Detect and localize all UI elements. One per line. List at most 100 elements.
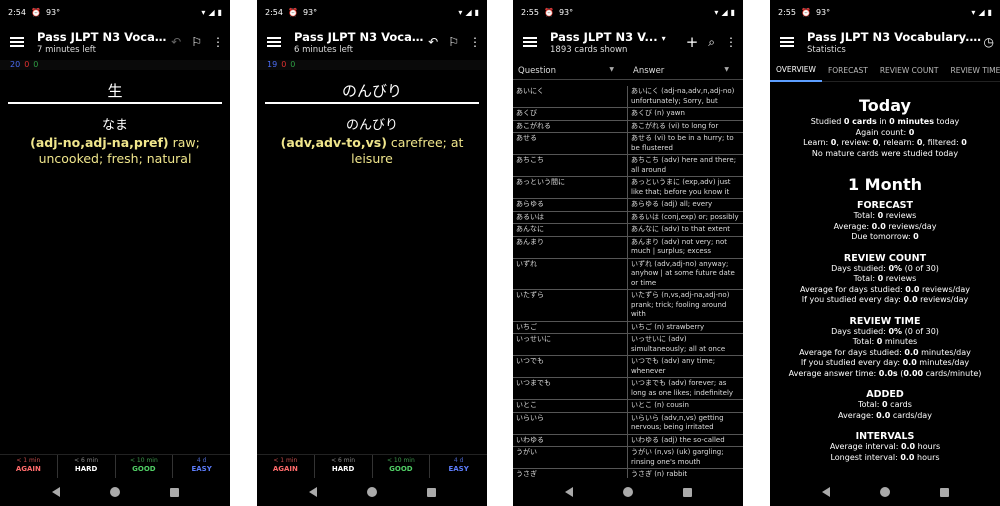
easy-button[interactable]: 4 d EASY	[430, 455, 487, 478]
table-row[interactable]: あっという間に あっというまに (exp,adv) just like that;…	[513, 177, 743, 199]
cards-shown: 1893 cards shown	[550, 44, 628, 55]
deck-title: Pass JLPT N3 Vocabulary... ▾	[807, 30, 984, 44]
recents-icon[interactable]	[682, 487, 692, 497]
alarm-icon: ⏰	[543, 7, 554, 17]
menu-icon[interactable]	[10, 37, 24, 47]
table-row[interactable]: あいにく あいにく (adj-na,adv,n,adj-no) unfortuna…	[513, 86, 743, 108]
recents-icon[interactable]	[939, 487, 949, 497]
divider	[8, 102, 222, 104]
table-row[interactable]: うがい うがい (n,vs) (uk) gargling; rinsing one…	[513, 447, 743, 469]
question-cell: あんなに	[513, 224, 628, 236]
home-icon[interactable]	[366, 487, 377, 497]
tab-review-time[interactable]: REVIEW TIME	[945, 60, 1000, 82]
menu-icon[interactable]	[780, 37, 794, 47]
question-column-selector[interactable]: Question ▼	[513, 66, 628, 76]
rt-average: Average for days studied: 0.0 minutes/da…	[799, 347, 971, 357]
answer-cell: いわゆる (adj) the so-called	[631, 435, 725, 444]
home-icon[interactable]	[622, 487, 633, 497]
good-button[interactable]: < 10 min GOOD	[116, 455, 174, 478]
table-row[interactable]: いずれ いずれ (adv,adj-no) anyway; anyhow | at …	[513, 258, 743, 290]
question-cell: あんまり	[513, 236, 628, 258]
answer-cell: あんまり (adv) not very; not much | surplus;…	[631, 237, 727, 256]
tab-review-count[interactable]: REVIEW COUNT	[874, 60, 945, 82]
recents-icon[interactable]	[169, 487, 179, 497]
table-row[interactable]: あらゆる あらゆる (adj) all; every	[513, 199, 743, 212]
again-button[interactable]: < 1 min AGAIN	[0, 455, 58, 478]
stats-tabs: OVERVIEW FORECAST REVIEW COUNT REVIEW TI…	[770, 60, 1000, 82]
temperature: 93°	[815, 7, 831, 17]
wifi-icon: ▾	[201, 7, 206, 17]
table-row[interactable]: いたずら いたずら (n,vs,adj-na,adj-no) prank; tri…	[513, 290, 743, 322]
more-icon[interactable]: ⋮	[469, 35, 481, 49]
good-button[interactable]: < 10 min GOOD	[373, 455, 431, 478]
mature-line: No mature cards were studied today	[811, 148, 959, 158]
more-icon[interactable]: ⋮	[212, 35, 224, 49]
table-row[interactable]: いちご いちご (n) strawberry	[513, 321, 743, 334]
back-icon[interactable]	[51, 487, 60, 497]
review-count-heading: REVIEW COUNT	[843, 252, 927, 264]
flag-icon[interactable]: ⚐	[191, 35, 202, 49]
back-icon[interactable]	[308, 487, 317, 497]
clock: 2:55	[521, 7, 539, 17]
table-row[interactable]: あちこち あちこち (adv) here and there; all aroun…	[513, 155, 743, 177]
signal-icon: ◢	[978, 7, 985, 17]
menu-icon[interactable]	[523, 37, 537, 47]
table-row[interactable]: いつでも いつでも (adv) any time; whenever	[513, 356, 743, 378]
undo-icon[interactable]: ↶	[171, 35, 181, 49]
deck-selector[interactable]: Pass JLPT N3 V... ▾ 1893 cards shown	[550, 30, 686, 55]
added-total: Total: 0 cards	[858, 400, 912, 409]
clock-icon[interactable]: ◷	[984, 35, 994, 49]
rc-total: Total: 0 reviews	[853, 274, 917, 283]
added-heading: ADDED	[866, 389, 904, 400]
more-icon[interactable]: ⋮	[725, 35, 737, 49]
table-row[interactable]: いつまでも いつまでも (adv) forever; as long as one…	[513, 378, 743, 400]
answer-cell: あちこち (adv) here and there; all around	[631, 156, 737, 174]
table-row[interactable]: あせる あせる (vi) to be in a hurry; to be flus…	[513, 133, 743, 155]
table-row[interactable]: あくび あくび (n) yawn	[513, 108, 743, 121]
card-question: 生	[107, 82, 123, 100]
easy-button[interactable]: 4 d EASY	[173, 455, 230, 478]
hard-button[interactable]: < 6 min HARD	[315, 455, 373, 478]
table-row[interactable]: いわゆる いわゆる (adj) the so-called	[513, 434, 743, 447]
back-icon[interactable]	[564, 487, 573, 497]
table-row[interactable]: いらいら いらいら (adv,n,vs) getting nervous; bei…	[513, 412, 743, 435]
answer-definition: (adv,adv-to,vs) carefree; at leisure	[257, 135, 487, 167]
menu-icon[interactable]	[267, 37, 281, 47]
answer-cell: いとこ (n) cousin	[631, 401, 689, 409]
again-button[interactable]: < 1 min AGAIN	[257, 455, 315, 478]
table-row[interactable]: いとこ いとこ (n) cousin	[513, 400, 743, 413]
question-cell: あいにく	[513, 86, 628, 107]
tab-overview[interactable]: OVERVIEW	[770, 60, 822, 82]
battery-icon: ▮	[474, 7, 479, 17]
table-row[interactable]: あんまり あんまり (adv) not very; not much | surp…	[513, 236, 743, 259]
answer-column-selector[interactable]: Answer ▼	[628, 66, 743, 76]
home-icon[interactable]	[879, 487, 890, 497]
answer-cell: あくび (n) yawn	[631, 109, 685, 117]
home-icon[interactable]	[109, 487, 120, 497]
added-average: Average: 0.0 cards/day	[838, 410, 932, 420]
signal-icon: ◢	[208, 7, 215, 17]
statistics-screen: 2:55 ⏰ 93° ▾ ◢ ▮ Pass JLPT N3 Vocabulary... …	[770, 0, 1000, 506]
undo-icon[interactable]: ↶	[428, 35, 438, 49]
question-cell: いらいら	[513, 412, 628, 434]
review-time-heading: REVIEW TIME	[849, 315, 921, 327]
hard-button[interactable]: < 6 min HARD	[58, 455, 116, 478]
recents-icon[interactable]	[426, 487, 436, 497]
tab-forecast[interactable]: FORECAST	[822, 60, 874, 82]
table-row[interactable]: いっせいに いっせいに (adv) simultaneously; all at …	[513, 334, 743, 356]
table-row[interactable]: うさぎ うさぎ (n) rabbit	[513, 469, 743, 478]
flag-icon[interactable]: ⚐	[448, 35, 459, 49]
add-icon[interactable]: +	[686, 33, 699, 51]
rt-answer-time: Average answer time: 0.0s (0.00 cards/mi…	[788, 368, 982, 378]
dropdown-icon: ▼	[609, 65, 614, 73]
search-icon[interactable]: ⌕	[708, 35, 715, 50]
battery-icon: ▮	[730, 7, 735, 17]
answer-reading: のんびり	[345, 118, 398, 133]
back-icon[interactable]	[821, 487, 830, 497]
table-row[interactable]: あこがれる あこがれる (vi) to long for	[513, 120, 743, 133]
temperature: 93°	[45, 7, 61, 17]
time-left: 7 minutes left	[37, 44, 96, 55]
table-row[interactable]: あるいは あるいは (conj,exp) or; possibly	[513, 211, 743, 224]
deck-selector[interactable]: Pass JLPT N3 Vocabulary... ▾ Statistics	[807, 30, 984, 55]
table-row[interactable]: あんなに あんなに (adv) to that extent	[513, 224, 743, 237]
